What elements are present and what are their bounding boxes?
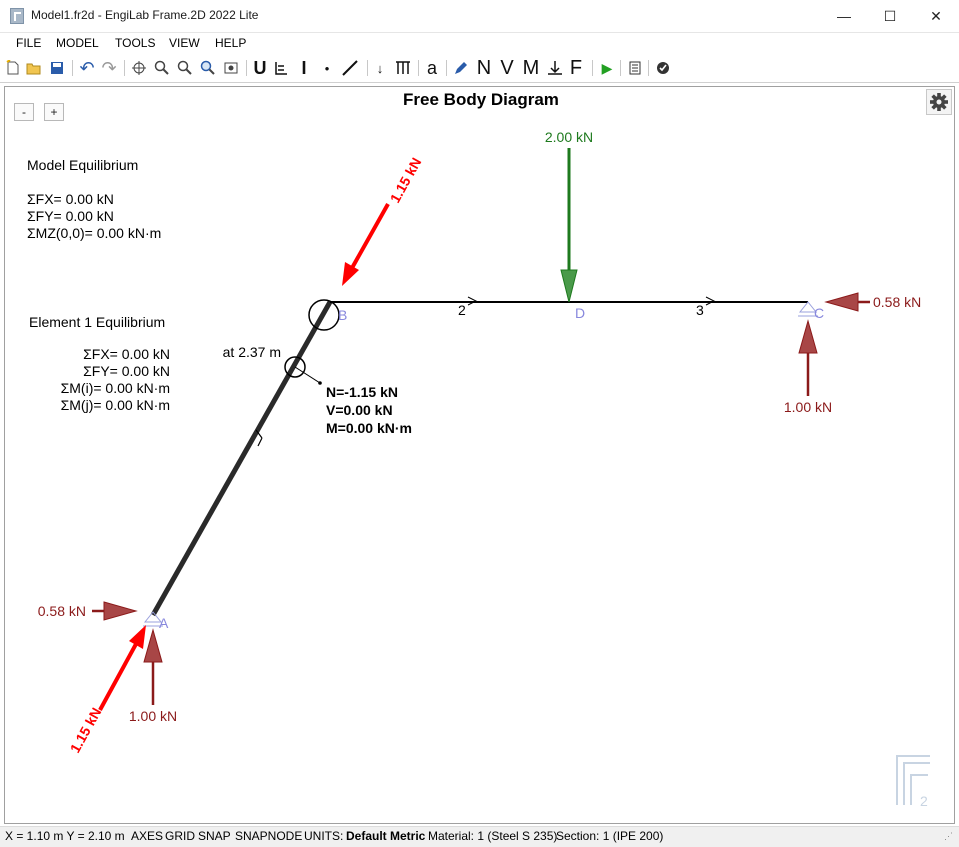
model-eq-heading: Model Equilibrium xyxy=(27,157,138,173)
svg-text:2: 2 xyxy=(920,793,928,809)
status-bar: X = 1.10 m Y = 2.10 m AXES GRID SNAP SNA… xyxy=(0,826,959,847)
b-axial-force-label: 1.15 kN xyxy=(387,155,425,206)
applied-load-label: 2.00 kN xyxy=(545,129,593,145)
app-watermark-logo: 2 xyxy=(896,755,930,809)
a-axial-force-arrowhead-icon xyxy=(129,625,146,649)
status-section: Section: 1 (IPE 200) xyxy=(556,829,664,843)
element-2-label: 2 xyxy=(458,302,466,318)
node-b-label: B xyxy=(338,307,347,323)
a-horizontal-reaction-arrowhead-icon xyxy=(103,601,138,621)
b-axial-force-arrowhead-icon xyxy=(342,262,359,286)
c-horizontal-reaction-label: 0.58 kN xyxy=(873,294,921,310)
model-eq-fx: ΣFX= 0.00 kN xyxy=(27,191,114,207)
a-vertical-reaction-label: 1.00 kN xyxy=(129,708,177,724)
a-vertical-reaction-arrowhead-icon xyxy=(143,628,163,663)
probe-v-value: V=0.00 kN xyxy=(326,402,393,418)
c-vertical-reaction-label: 1.00 kN xyxy=(784,399,832,415)
node-a-label: A xyxy=(159,615,169,631)
probe-n-value: N=-1.15 kN xyxy=(326,384,398,400)
node-c-label: C xyxy=(814,305,824,321)
status-grid-toggle[interactable]: GRID xyxy=(165,829,195,843)
probe-position-label: at 2.37 m xyxy=(223,344,281,360)
a-axial-force-line xyxy=(98,643,138,711)
elem-eq-heading: Element 1 Equilibrium xyxy=(29,314,165,330)
probe-leader-line xyxy=(294,366,321,384)
applied-load-arrowhead-icon xyxy=(560,269,578,303)
node-d-label: D xyxy=(575,305,585,321)
elem-eq-mi: ΣM(i)= 0.00 kN·m xyxy=(61,380,170,396)
c-horizontal-reaction-arrowhead-icon xyxy=(824,292,859,312)
status-snap-toggle[interactable]: SNAP xyxy=(198,829,231,843)
status-units-label: UNITS: xyxy=(304,829,344,843)
diagram-title: Free Body Diagram xyxy=(403,90,559,109)
elem-eq-fy: ΣFY= 0.00 kN xyxy=(83,363,170,379)
resize-grip-icon[interactable]: ⋰ xyxy=(944,831,953,842)
status-axes-toggle[interactable]: AXES xyxy=(131,829,163,843)
a-axial-force-label: 1.15 kN xyxy=(67,705,105,756)
probe-m-value: M=0.00 kN·m xyxy=(326,420,412,436)
status-material: Material: 1 (Steel S 235) xyxy=(428,829,558,843)
b-axial-force-line xyxy=(350,203,390,269)
element-3-label: 3 xyxy=(696,302,704,318)
free-body-diagram: Free Body Diagram Model Equilibrium ΣFX=… xyxy=(27,90,930,809)
model-eq-mz: ΣMZ(0,0)= 0.00 kN·m xyxy=(27,225,161,241)
status-coordinates: X = 1.10 m Y = 2.10 m xyxy=(5,829,125,843)
status-snapnode-toggle[interactable]: SNAPNODE xyxy=(235,829,302,843)
elem-eq-mj: ΣM(j)= 0.00 kN·m xyxy=(61,397,170,413)
a-horizontal-reaction-label: 0.58 kN xyxy=(38,603,86,619)
c-vertical-reaction-arrowhead-icon xyxy=(798,319,818,354)
elem-eq-fx: ΣFX= 0.00 kN xyxy=(83,346,170,362)
model-eq-fy: ΣFY= 0.00 kN xyxy=(27,208,114,224)
status-units-value: Default Metric xyxy=(346,829,426,843)
